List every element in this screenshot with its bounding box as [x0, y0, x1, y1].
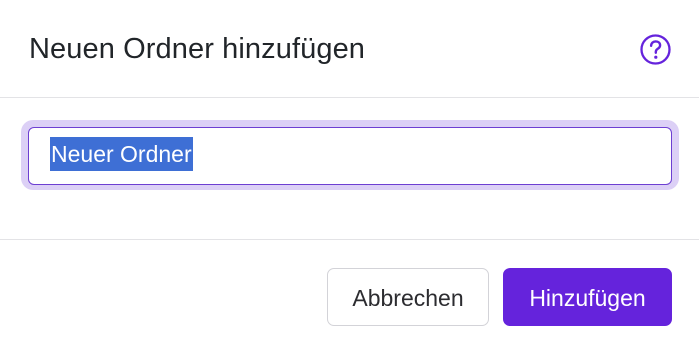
help-icon[interactable] [640, 34, 671, 65]
dialog-title: Neuen Ordner hinzufügen [29, 33, 366, 65]
cancel-button[interactable]: Abbrechen [327, 268, 489, 326]
folder-name-input[interactable] [28, 127, 672, 185]
folder-name-field: Neuer Ordner [21, 120, 679, 190]
add-folder-dialog: Neuen Ordner hinzufügen Neuer Ordner Abb… [0, 0, 699, 351]
dialog-header: Neuen Ordner hinzufügen [0, 0, 699, 98]
dialog-body: Neuer Ordner [0, 98, 699, 240]
add-folder-button[interactable]: Hinzufügen [503, 268, 672, 326]
dialog-footer: Abbrechen Hinzufügen [0, 240, 699, 351]
